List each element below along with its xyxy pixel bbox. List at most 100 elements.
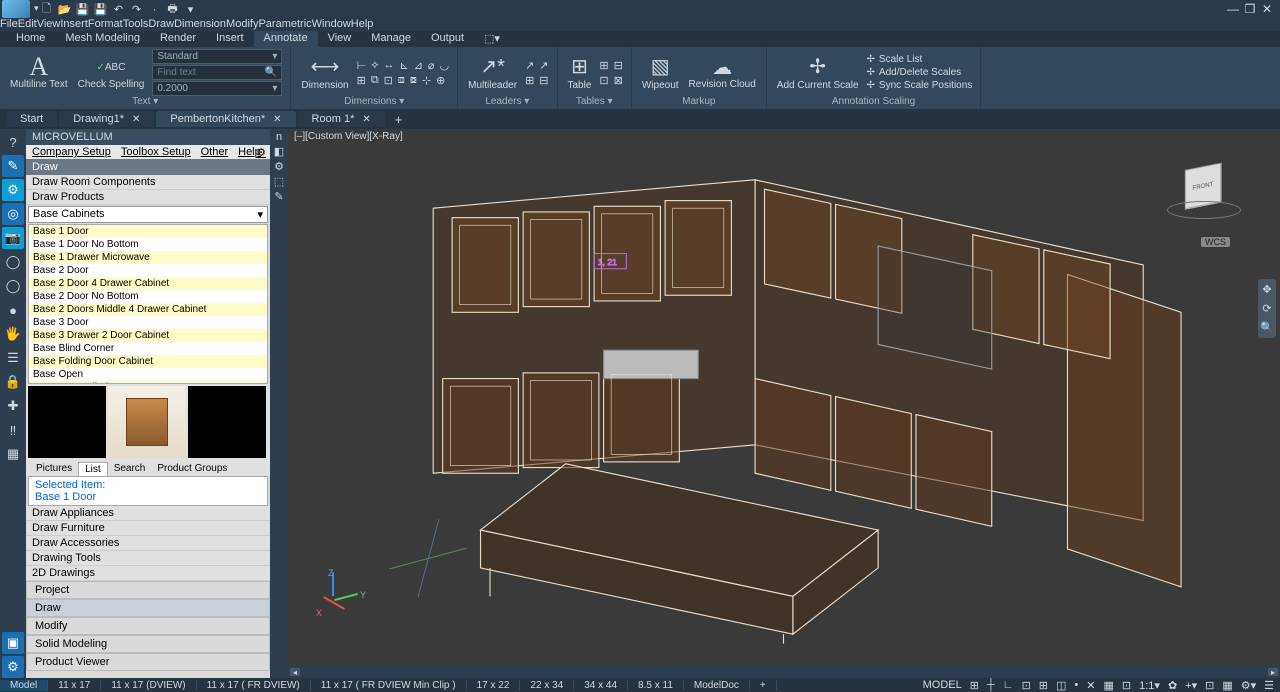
sub-tab-list[interactable]: List [78,462,108,476]
rail-button-4[interactable]: 📷 [2,227,24,249]
navigation-bar[interactable]: ✥ ⟳ 🔍 [1258,279,1276,338]
status-tab[interactable]: 11 x 17 ( FR DVIEW) [197,680,311,691]
panel-row-draw-accessories[interactable]: Draw Accessories [26,536,270,551]
maximize-button[interactable]: ❐ [1243,2,1257,16]
close-icon[interactable]: ✕ [273,114,281,125]
status-icon-2[interactable]: ∟ [1003,679,1014,691]
dim-icon[interactable]: ⟡ [371,59,378,72]
ribbon-tab-home[interactable]: Home [6,31,55,47]
app-logo-icon[interactable] [2,0,30,18]
orbit-icon[interactable]: ⟳ [1262,302,1271,315]
ribbon-tab-mesh-modeling[interactable]: Mesh Modeling [55,31,150,47]
panel-rail-4[interactable]: ✎ [274,190,283,203]
ribbon-tab-view[interactable]: View [318,31,362,47]
table-sub-icon[interactable]: ⊞ [599,59,608,72]
search-icon[interactable]: 🔍 [265,67,277,78]
status-icon-16[interactable]: ☰ [1264,679,1274,692]
rail-bottom-1[interactable]: ⚙ [2,656,24,678]
text-style-combo[interactable]: Standard▾ [152,49,282,64]
dim-icon[interactable]: ⊿ [414,59,423,72]
rail-button-2[interactable]: ⚙ [2,179,24,201]
menu-edit[interactable]: Edit [18,18,37,30]
rail-button-1[interactable]: ✎ [2,155,24,177]
qat-redo-icon[interactable]: ↷ [129,2,145,18]
rail-button-3[interactable]: ◎ [2,203,24,225]
wipeout-button[interactable]: ▧ Wipeout [640,55,681,91]
product-item[interactable]: Base 1 Drawer Microwave [29,251,267,264]
status-icon-3[interactable]: ⊡ [1022,679,1031,692]
sub-tab-pictures[interactable]: Pictures [30,462,78,476]
rail-button-9[interactable]: ☰ [2,347,24,369]
panel-row-draw-room-components[interactable]: Draw Room Components [26,175,270,190]
table-sub-icon[interactable]: ⊟ [614,59,623,72]
section-solid-modeling[interactable]: Solid Modeling [26,635,270,653]
rail-button-11[interactable]: ✚ [2,395,24,417]
rail-button-6[interactable]: ◯ [2,275,24,297]
ribbon-overflow[interactable]: ⬚▾ [474,31,510,47]
dim-icon[interactable]: ⊢ [357,59,367,72]
status-space-label[interactable]: MODEL [923,679,962,691]
close-button[interactable]: ✕ [1260,2,1274,16]
minimize-button[interactable]: — [1226,2,1240,16]
dim-icon[interactable]: ⊕ [436,74,445,87]
rail-button-10[interactable]: 🔒 [2,371,24,393]
thumb-prev[interactable] [28,386,106,458]
status-icon-6[interactable]: • [1074,679,1078,691]
doc-tab-pembertonkitchen[interactable]: PembertonKitchen*✕ [156,111,295,127]
status-icon-8[interactable]: ▦ [1103,679,1113,692]
close-icon[interactable]: ✕ [362,114,370,125]
toolbox-menu-toolbox-setup[interactable]: Toolbox Setup [121,146,191,158]
menu-window[interactable]: Window [312,18,351,30]
product-list[interactable]: Base 1 DoorBase 1 Door No BottomBase 1 D… [28,224,268,384]
status-icon-7[interactable]: ✕ [1086,679,1095,692]
product-item[interactable]: Base Folding Door Cabinet [29,355,267,368]
zoom-icon[interactable]: 🔍 [1260,321,1274,334]
dim-icon[interactable]: ⧇ [410,74,417,87]
dim-icon[interactable]: ⊞ [357,74,366,87]
panel-row-draw-furniture[interactable]: Draw Furniture [26,521,270,536]
dim-icon[interactable]: ⊡ [384,74,393,87]
thumb-current[interactable] [108,386,186,458]
dimension-button[interactable]: ⟷ Dimension [299,55,350,91]
status-icon-1[interactable]: ┼ [987,679,995,691]
ribbon-tab-manage[interactable]: Manage [361,31,421,47]
product-item[interactable]: Base 1 Door No Bottom [29,238,267,251]
menu-draw[interactable]: Draw [148,18,174,30]
ribbon-tab-render[interactable]: Render [150,31,206,47]
leader-sub-icon[interactable]: ⊞ [525,74,534,87]
status-tab[interactable]: ModelDoc [684,680,750,691]
qat-undo-icon[interactable]: ↶ [111,2,127,18]
leader-sub-icon[interactable]: ⊟ [539,74,548,87]
status-tab[interactable]: + [750,680,777,691]
product-item[interactable]: Base 1 Door [29,225,267,238]
scale-item[interactable]: ✢ Add/Delete Scales [867,67,973,78]
panel-row-draw-appliances[interactable]: Draw Appliances [26,506,270,521]
menu-view[interactable]: View [37,18,61,30]
section-product-viewer[interactable]: Product Viewer [26,653,270,671]
panel-row-2d-drawings[interactable]: 2D Drawings [26,566,270,581]
viewport-label[interactable]: [–][Custom View][X-Ray] [294,131,403,142]
qat-new-icon[interactable]: 🗋 [39,2,55,18]
product-item[interactable]: Base 3 Door [29,316,267,329]
qat-save-icon[interactable]: 💾 [75,2,91,18]
add-current-scale-button[interactable]: ✢ Add Current Scale [775,55,861,91]
sub-tab-product-groups[interactable]: Product Groups [151,462,233,476]
menu-parametric[interactable]: Parametric [258,18,311,30]
status-tab[interactable]: 22 x 34 [520,680,574,691]
menu-tools[interactable]: Tools [123,18,149,30]
rail-bottom-0[interactable]: ▣ [2,632,24,654]
kitchen-3d-model[interactable]: 1, 21 [348,147,1200,648]
status-tab[interactable]: 11 x 17 [48,680,101,691]
find-text-input[interactable]: Find text🔍 [152,65,282,80]
table-sub-icon[interactable]: ⊡ [599,74,608,87]
draw-header[interactable]: Draw [26,159,270,175]
qat-open-icon[interactable]: 📂 [57,2,73,18]
ribbon-tab-insert[interactable]: Insert [206,31,254,47]
check-spelling-button[interactable]: ✓ ABC Check Spelling [76,55,147,90]
status-tab[interactable]: 34 x 44 [574,680,628,691]
doc-tab-room1[interactable]: Room 1*✕ [298,111,385,127]
status-icon-12[interactable]: +▾ [1185,679,1197,692]
thumb-next[interactable] [188,386,266,458]
table-button[interactable]: ⊞ Table [566,55,594,91]
menu-file[interactable]: File [0,18,18,30]
